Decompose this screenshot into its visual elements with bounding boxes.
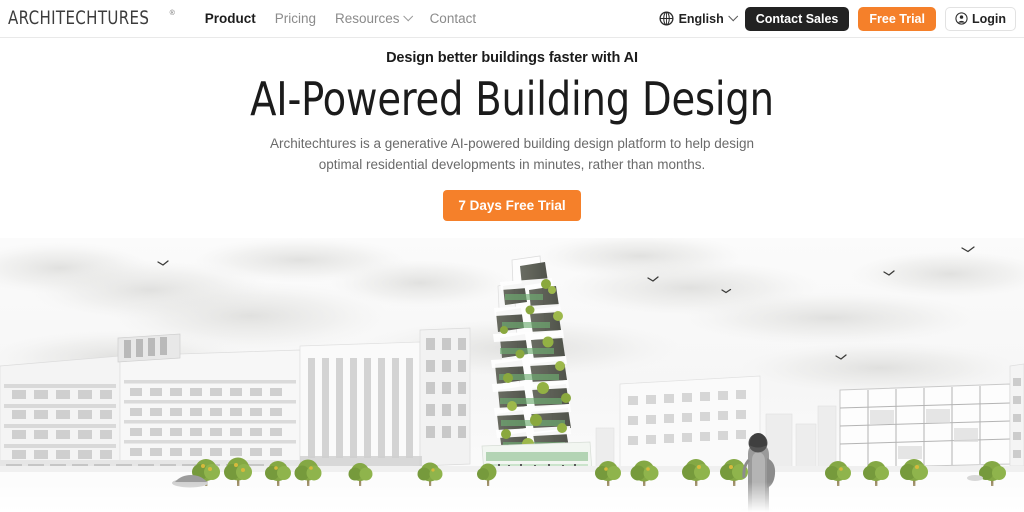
- chevron-down-icon: [727, 11, 738, 22]
- login-label: Login: [971, 11, 1006, 26]
- globe-icon: [659, 11, 674, 26]
- hero-cta-button[interactable]: 7 Days Free Trial: [443, 190, 581, 221]
- nav-item-label: Resources: [335, 11, 400, 26]
- page-root: ARCHITECHTURES ® Product Pricing Resourc…: [0, 0, 1024, 512]
- header-actions: English Contact Sales Free Trial Login: [659, 6, 1016, 31]
- nav-item-label: Pricing: [274, 11, 317, 26]
- nav-item-product[interactable]: Product: [205, 11, 256, 26]
- logo-trademark-icon: ®: [169, 9, 175, 17]
- hero-section: Design better buildings faster with AI A…: [0, 38, 1024, 221]
- nav-item-label: Contact: [429, 11, 477, 26]
- architecture-rendering: [0, 238, 1024, 512]
- main-nav: Product Pricing Resources Contact: [205, 11, 476, 26]
- hero-subtitle: Architechtures is a generative AI-powere…: [269, 136, 755, 172]
- free-trial-button[interactable]: Free Trial: [858, 6, 936, 31]
- logo-wordmark: ARCHITECHTURES: [8, 6, 150, 29]
- nav-item-contact[interactable]: Contact: [430, 11, 477, 26]
- language-label: English: [678, 11, 724, 26]
- nav-item-pricing[interactable]: Pricing: [275, 11, 316, 26]
- login-button[interactable]: Login: [944, 6, 1016, 31]
- nav-item-label: Product: [204, 11, 256, 26]
- nav-item-resources[interactable]: Resources: [335, 11, 413, 26]
- hero-image: [0, 238, 1024, 512]
- page-title: AI-Powered Building Design: [250, 72, 774, 126]
- contact-sales-button[interactable]: Contact Sales: [744, 6, 850, 31]
- chevron-down-icon: [402, 11, 413, 22]
- site-header: ARCHITECHTURES ® Product Pricing Resourc…: [0, 0, 1024, 38]
- user-circle-icon: [955, 12, 968, 25]
- logo[interactable]: ARCHITECHTURES ®: [8, 0, 175, 38]
- hero-cta-container: 7 Days Free Trial: [0, 190, 1024, 221]
- hero-eyebrow: Design better buildings faster with AI: [386, 50, 638, 66]
- language-selector[interactable]: English: [659, 11, 738, 26]
